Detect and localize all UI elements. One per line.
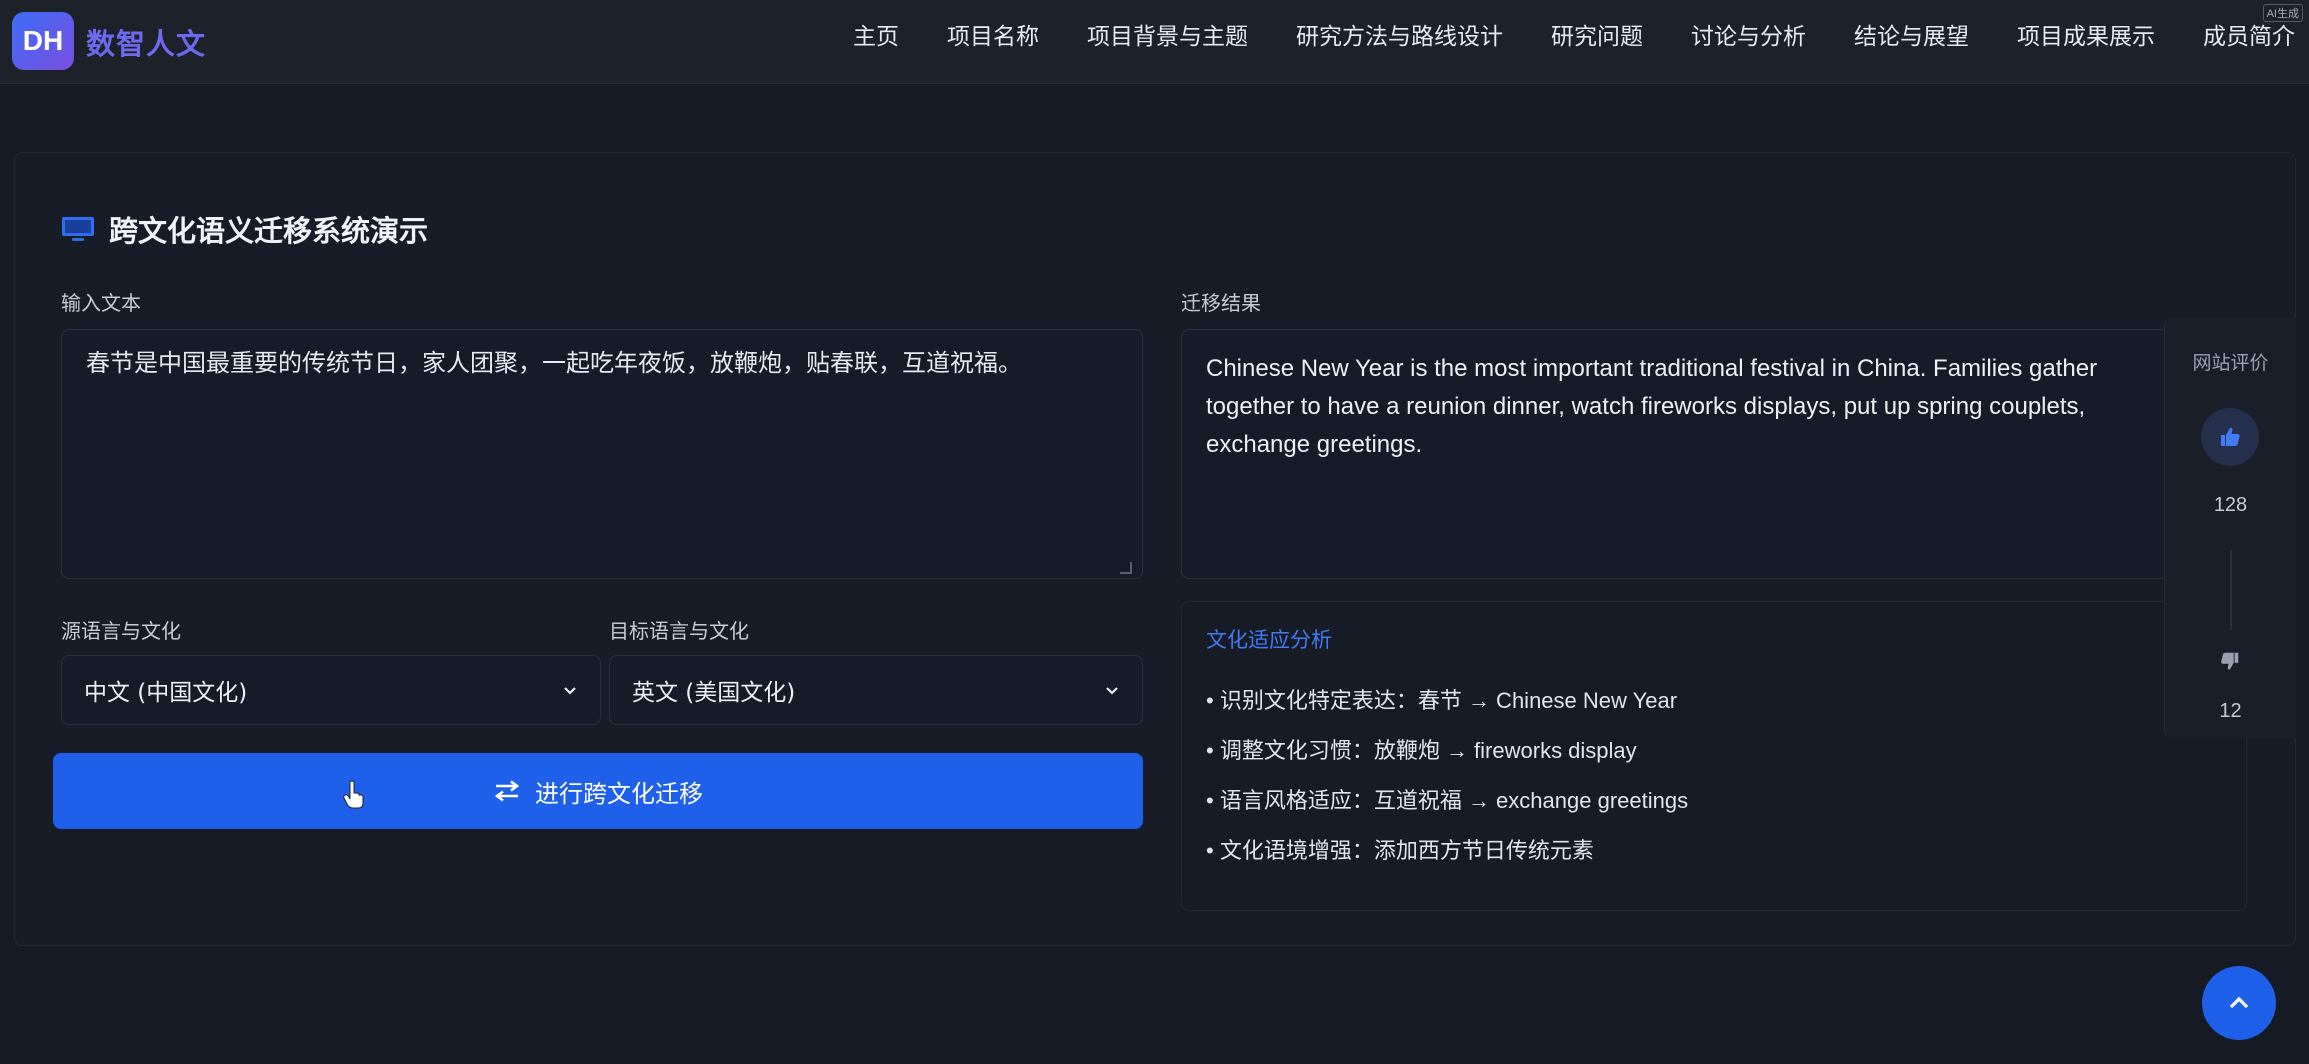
- result-output: Chinese New Year is the most important t…: [1181, 329, 2169, 579]
- demo-card: 跨文化语义迁移系统演示 输入文本 春节是中国最重要的传统节日，家人团聚，一起吃年…: [14, 152, 2296, 946]
- thumbs-up-icon: [2221, 427, 2240, 446]
- input-label: 输入文本: [61, 291, 141, 315]
- analysis-item: 语言风格适应：互道祝福 → exchange greetings: [1206, 776, 2222, 826]
- target-language-select[interactable]: 英文 (美国文化): [609, 655, 1143, 725]
- scroll-to-top-button[interactable]: [2202, 966, 2276, 1040]
- analysis-list: 识别文化特定表达：春节 → Chinese New Year 调整文化习惯：放鞭…: [1206, 676, 2222, 876]
- like-count: 128: [2213, 494, 2248, 516]
- analysis-title: 文化适应分析: [1206, 628, 1332, 652]
- ai-generated-tag: AI生成: [2262, 4, 2303, 22]
- nav-item-background[interactable]: 项目背景与主题: [1087, 17, 1248, 51]
- transfer-button-label: 进行跨文化迁移: [535, 779, 703, 808]
- analysis-item: 调整文化习惯：放鞭炮 → fireworks display: [1206, 726, 2222, 776]
- input-text-area[interactable]: 春节是中国最重要的传统节日，家人团聚，一起吃年夜饭，放鞭炮，贴春联，互道祝福。: [61, 329, 1143, 579]
- thumbs-down-icon: [2221, 652, 2239, 670]
- source-language-value: 中文 (中国文化): [84, 680, 248, 706]
- hand-cursor-icon: [343, 780, 364, 809]
- nav-item-members[interactable]: 成员简介: [2203, 17, 2295, 51]
- rating-title: 网站评价: [2192, 352, 2269, 374]
- nav-item-results[interactable]: 项目成果展示: [2017, 17, 2155, 51]
- like-button[interactable]: [2201, 408, 2259, 466]
- rating-divider: [2230, 550, 2232, 630]
- analysis-panel: 文化适应分析 识别文化特定表达：春节 → Chinese New Year 调整…: [1181, 601, 2247, 911]
- demo-title-row: 跨文化语义迁移系统演示: [61, 209, 428, 249]
- site-rating-widget: 网站评价 128 12: [2164, 318, 2296, 738]
- analysis-item: 识别文化特定表达：春节 → Chinese New Year: [1206, 676, 2222, 726]
- nav-item-discussion[interactable]: 讨论与分析: [1691, 17, 1806, 51]
- result-label: 迁移结果: [1181, 291, 1261, 315]
- target-language-label: 目标语言与文化: [609, 619, 749, 643]
- main-nav: 主页 项目名称 项目背景与主题 研究方法与路线设计 研究问题 讨论与分析 结论与…: [829, 0, 2309, 68]
- source-language-label: 源语言与文化: [61, 619, 181, 643]
- chevron-up-icon: [2229, 996, 2249, 1009]
- demo-title: 跨文化语义迁移系统演示: [109, 214, 429, 248]
- source-language-select[interactable]: 中文 (中国文化): [61, 655, 601, 725]
- chevron-down-icon: [1106, 687, 1118, 695]
- nav-item-conclusion[interactable]: 结论与展望: [1854, 17, 1969, 51]
- analysis-item: 文化语境增强：添加西方节日传统元素: [1206, 826, 2222, 876]
- dislike-count: 12: [2219, 700, 2242, 722]
- nav-item-home[interactable]: 主页: [853, 17, 899, 51]
- nav-item-project-name[interactable]: 项目名称: [947, 17, 1039, 51]
- site-name[interactable]: 数智人文: [86, 14, 206, 70]
- resize-grip-icon[interactable]: [1120, 562, 1132, 574]
- top-navbar: DH 数智人文 主页 项目名称 项目背景与主题 研究方法与路线设计 研究问题 讨…: [0, 0, 2309, 84]
- chevron-down-icon: [564, 687, 576, 695]
- exchange-icon: [494, 780, 520, 802]
- nav-item-research-questions[interactable]: 研究问题: [1551, 17, 1643, 51]
- logo-badge[interactable]: DH: [12, 12, 74, 70]
- target-language-value: 英文 (美国文化): [632, 680, 796, 706]
- dislike-button[interactable]: [2209, 640, 2251, 682]
- nav-item-methods[interactable]: 研究方法与路线设计: [1296, 17, 1503, 51]
- monitor-icon: [62, 217, 94, 241]
- transfer-button[interactable]: 进行跨文化迁移: [53, 753, 1143, 829]
